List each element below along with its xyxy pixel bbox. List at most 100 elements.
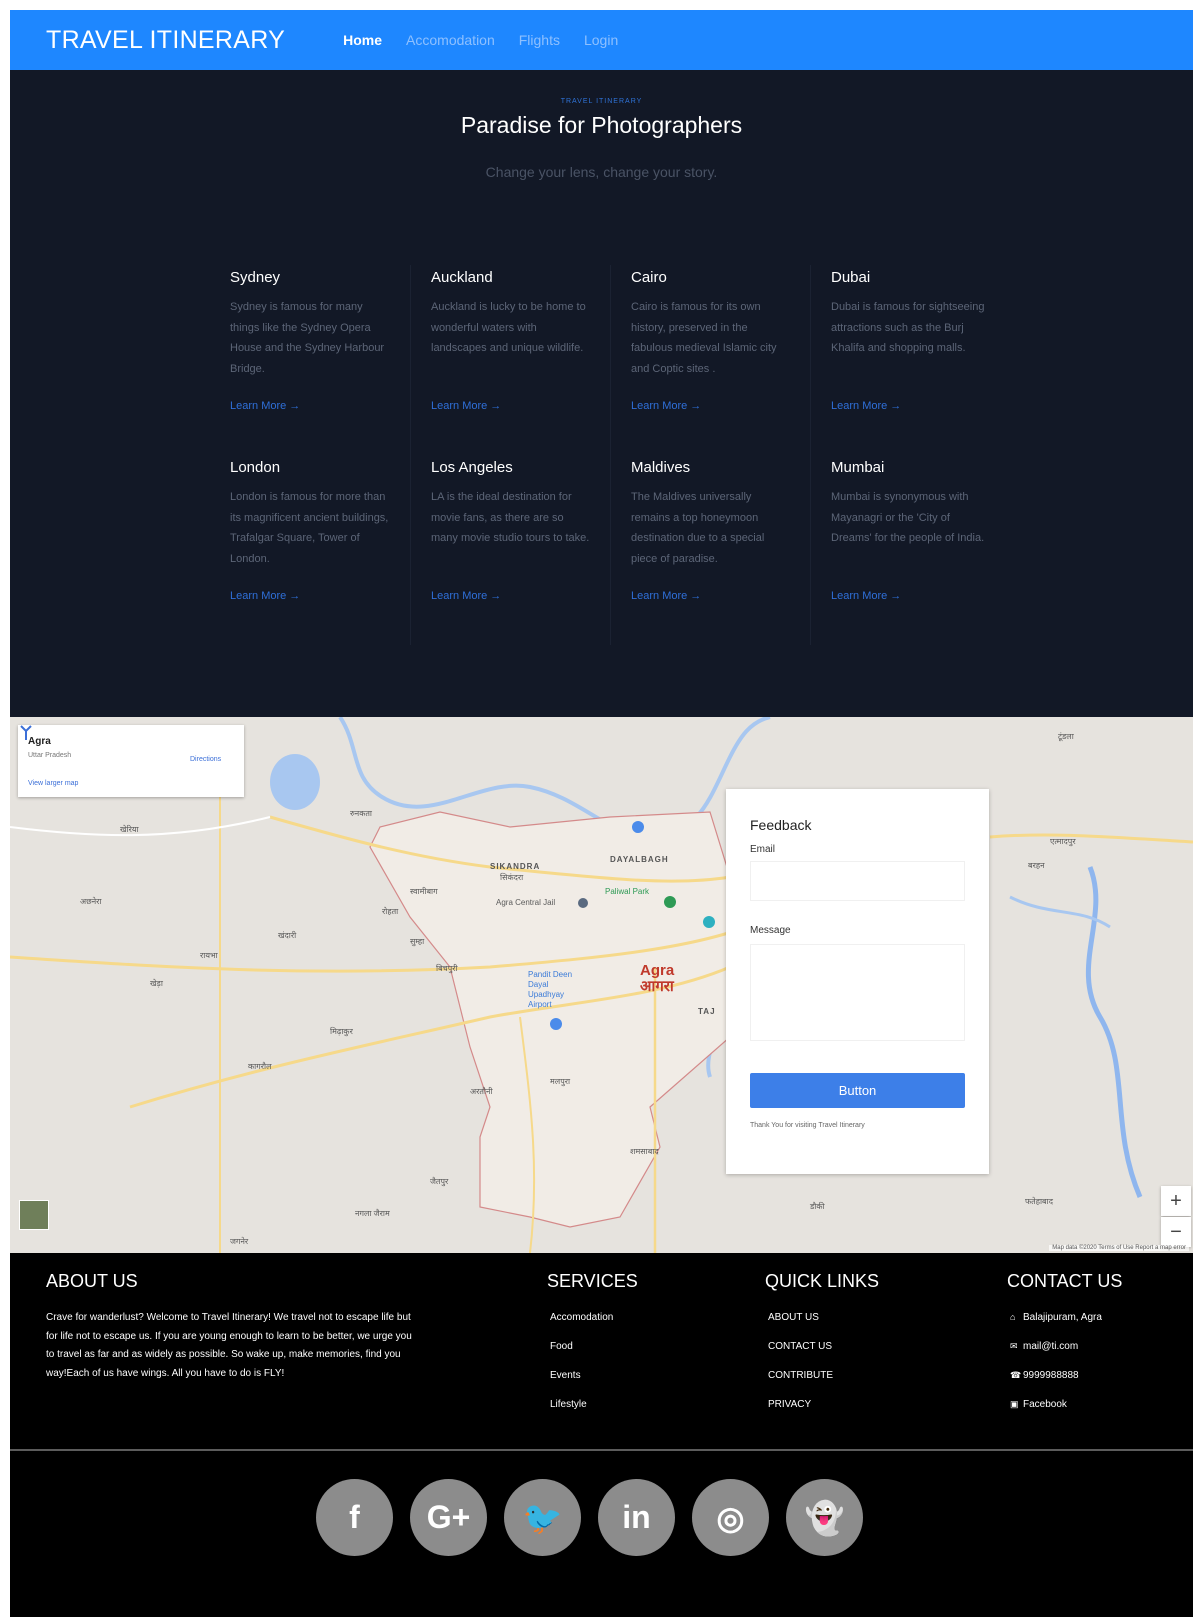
map-label-nagla-jairam: नगला जैराम [355, 1209, 390, 1218]
embedded-map[interactable]: Agra Uttar Pradesh View larger map Direc… [10, 717, 1193, 1253]
card-text: Cairo is famous for its own history, pre… [631, 301, 777, 375]
map-label-kheria: खेरिया [120, 825, 139, 834]
footer-link-contribute[interactable]: CONTRIBUTE [768, 1370, 833, 1399]
card-title: Mumbai [831, 459, 885, 476]
footer-link-events[interactable]: Events [550, 1370, 613, 1399]
footer-divider [10, 1449, 1193, 1451]
linkedin-icon[interactable]: in [598, 1479, 675, 1556]
map-label-taj: TAJ [698, 1007, 716, 1016]
feedback-title: Feedback [750, 817, 812, 833]
learn-more-link[interactable]: Learn More → [431, 590, 590, 602]
map-attribution[interactable]: Map data ©2020 Terms of Use Report a map… [1049, 1245, 1189, 1251]
facebook-icon[interactable]: f [316, 1479, 393, 1556]
submit-button[interactable]: Button [750, 1073, 965, 1108]
map-canvas[interactable] [10, 717, 1193, 1253]
contact-phone[interactable]: ☎ 9999988888 [1010, 1370, 1102, 1399]
map-label-agra-hindi: आगरा [640, 978, 674, 995]
nav-links: Home Accomodation Flights Login [343, 32, 618, 48]
map-label-etmadpur: एत्मादपुर [1050, 837, 1076, 846]
about-text: Crave for wanderlust? Welcome to Travel … [46, 1312, 412, 1379]
satellite-toggle[interactable] [19, 1200, 49, 1230]
map-label-dauki: डौकी [810, 1202, 825, 1211]
card-text: Sydney is famous for many things like th… [230, 301, 385, 375]
learn-more-link[interactable]: Learn More → [631, 590, 790, 602]
card-title: Cairo [631, 269, 667, 286]
nav-login[interactable]: Login [584, 32, 618, 48]
google-plus-icon[interactable]: G+ [410, 1479, 487, 1556]
map-label-sumha: सुम्हा [410, 937, 425, 946]
destination-grid: Sydney Sydney is famous for many things … [210, 265, 1010, 645]
map-label-raibha: रायभा [200, 951, 218, 960]
thank-you-note: Thank You for visiting Travel Itinerary [750, 1122, 865, 1129]
map-label-agra-central-jail: Agra Central Jail [496, 898, 556, 907]
twitter-icon[interactable]: 🐦 [504, 1479, 581, 1556]
card-title: Maldives [631, 459, 691, 476]
snapchat-icon[interactable]: 👻 [786, 1479, 863, 1556]
feedback-form: Feedback Email Message Button Thank You … [726, 789, 989, 1174]
map-label-jaitpur: जैतपुर [430, 1177, 449, 1186]
map-label-dayalbagh: DAYALBAGH [610, 855, 669, 864]
map-label-barhan: बरहन [1028, 861, 1045, 870]
section-subtitle: Change your lens, change your story. [485, 164, 718, 180]
destination-card-maldives: Maldives The Maldives universally remain… [610, 455, 810, 645]
learn-more-link[interactable]: Learn More → [831, 590, 990, 602]
destination-card-auckland: Auckland Auckland is lucky to be home to… [410, 265, 610, 455]
directions-link[interactable]: Directions [190, 756, 221, 763]
map-label-malpura: मलपुरा [550, 1077, 571, 1086]
map-label-achhnera: अछनेरा [80, 897, 102, 906]
map-label-artauni: अरतौनी [470, 1087, 493, 1096]
envelope-icon: ✉ [1010, 1341, 1018, 1351]
card-title: Sydney [230, 269, 281, 286]
card-title: London [230, 459, 281, 476]
map-label-sikandra-hindi: सिकंदरा [500, 873, 524, 882]
phone-icon: ☎ [1010, 1370, 1022, 1380]
map-label-airport: Pandit Deen Dayal Upadhyay Airport [528, 970, 573, 1009]
learn-more-link[interactable]: Learn More → [631, 400, 790, 412]
card-text: Mumbai is synonymous with Mayanagri or t… [831, 491, 985, 544]
destination-card-cairo: Cairo Cairo is famous for its own histor… [610, 265, 810, 455]
footer-link-lifestyle[interactable]: Lifestyle [550, 1399, 613, 1428]
services-title: SERVICES [547, 1271, 638, 1291]
facebook-square-icon: ▣ [1010, 1399, 1019, 1409]
map-info-card: Agra Uttar Pradesh View larger map Direc… [18, 725, 244, 797]
nav-flights[interactable]: Flights [519, 32, 560, 48]
map-label-rohta: रोहता [382, 907, 399, 916]
footer-link-contact[interactable]: CONTACT US [768, 1341, 833, 1370]
message-field[interactable] [750, 944, 965, 1041]
section-eyebrow: TRAVEL ITINERARY [560, 98, 643, 105]
footer-link-about[interactable]: ABOUT US [768, 1312, 833, 1341]
view-larger-map-link[interactable]: View larger map [28, 780, 78, 787]
zoom-out-button[interactable]: − [1161, 1217, 1191, 1247]
map-label-tundla: टूंडला [1058, 732, 1074, 741]
footer-link-food[interactable]: Food [550, 1341, 613, 1370]
footer-link-privacy[interactable]: PRIVACY [768, 1399, 833, 1428]
nav-home[interactable]: Home [343, 32, 382, 48]
learn-more-link[interactable]: Learn More → [230, 400, 390, 412]
dribbble-icon[interactable]: ◎ [692, 1479, 769, 1556]
contact-email[interactable]: ✉ mail@ti.com [1010, 1341, 1102, 1370]
learn-more-link[interactable]: Learn More → [230, 590, 390, 602]
email-field[interactable] [750, 861, 965, 901]
card-text: Dubai is famous for sightseeing attracti… [831, 301, 985, 354]
card-text: Auckland is lucky to be home to wonderfu… [431, 301, 586, 354]
services-list: Accomodation Food Events Lifestyle [550, 1312, 613, 1428]
footer-link-accomodation[interactable]: Accomodation [550, 1312, 613, 1341]
learn-more-link[interactable]: Learn More → [431, 400, 590, 412]
map-label-shamsabad: शमसाबाद [630, 1147, 659, 1156]
destination-card-mumbai: Mumbai Mumbai is synonymous with Mayanag… [810, 455, 1010, 645]
message-label: Message [750, 925, 791, 936]
learn-more-link[interactable]: Learn More → [831, 400, 990, 412]
contact-facebook[interactable]: ▣ Facebook [1010, 1399, 1102, 1428]
navbar: TRAVEL ITINERARY Home Accomodation Fligh… [10, 10, 1193, 70]
email-label: Email [750, 844, 776, 855]
destination-card-dubai: Dubai Dubai is famous for sightseeing at… [810, 265, 1010, 455]
card-text: LA is the ideal destination for movie fa… [431, 491, 590, 544]
nav-accomodation[interactable]: Accomodation [406, 32, 495, 48]
map-label-khera: खेड़ा [150, 979, 163, 988]
quick-links-title: QUICK LINKS [765, 1271, 880, 1291]
zoom-in-button[interactable]: + [1161, 1186, 1191, 1216]
section-title: Paradise for Photographers [460, 112, 743, 138]
directions-icon[interactable] [18, 725, 34, 741]
brand-logo[interactable]: TRAVEL ITINERARY [46, 26, 285, 55]
home-icon: ⌂ [1010, 1312, 1016, 1322]
